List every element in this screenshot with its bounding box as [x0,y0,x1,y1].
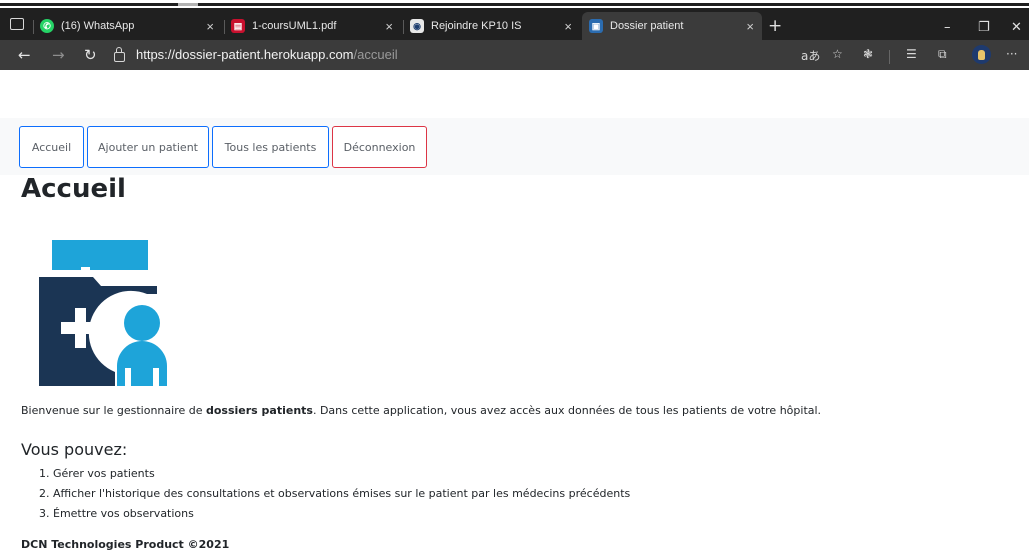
new-tab-icon[interactable]: + [768,18,782,35]
nav-accueil-button[interactable]: Accueil [19,126,84,168]
tab-label: Dossier patient [610,20,684,32]
page-icon: ▣ [589,19,603,33]
list-item: 3. Émettre vos observations [21,506,630,526]
refresh-icon[interactable]: ↻ [84,46,97,64]
close-icon[interactable]: × [564,19,572,34]
tab-label: Rejoindre KP10 IS [431,20,522,32]
collections-icon[interactable]: ⧉ [938,47,947,62]
profile-avatar[interactable] [972,45,991,64]
list-item: 2. Afficher l'historique des consultatio… [21,486,630,506]
window-drag-indicator [178,3,198,6]
forward-icon[interactable]: → [52,46,65,64]
close-icon[interactable]: × [206,19,214,34]
close-icon[interactable]: × [385,19,393,34]
meeting-icon: ◉ [410,19,424,33]
list-text: Gérer vos patients [53,467,155,480]
tab-separator [403,20,404,34]
more-menu-icon[interactable]: ··· [1006,47,1017,61]
close-icon[interactable]: × [746,19,754,34]
window-top-bar [0,3,1029,6]
list-number: 3. [39,507,50,520]
tab-whatsapp[interactable]: ✆ (16) WhatsApp × [40,12,222,40]
address-bar-row: ← → ↻ https://dossier-patient.herokuapp.… [0,40,1029,70]
back-icon[interactable]: ← [18,46,31,64]
list-text: Afficher l'historique des consultations … [53,487,631,500]
lock-icon [114,46,125,62]
tab-separator [33,20,34,34]
tab-meeting[interactable]: ◉ Rejoindre KP10 IS × [410,12,580,40]
close-window-icon[interactable]: ✕ [1011,20,1022,35]
nav-label: Déconnexion [343,140,416,154]
favorite-star-icon[interactable]: ☆ [832,47,843,61]
list-text: Émettre vos observations [53,507,194,520]
tab-label: 1-coursUML1.pdf [252,20,337,32]
intro-text: Bienvenue sur le gestionnaire de [21,404,206,417]
nav-label: Tous les patients [224,140,317,154]
tab-label: (16) WhatsApp [61,20,135,32]
restore-icon[interactable]: ❐ [978,20,990,35]
intro-paragraph: Bienvenue sur le gestionnaire de dossier… [21,404,821,417]
window-top-border [0,0,1029,8]
nav-logout-button[interactable]: Déconnexion [332,126,427,168]
url-path: /accueil [353,47,398,62]
footer-copyright: DCN Technologies Product ©2021 [21,538,230,551]
minimize-icon[interactable]: – [944,20,951,35]
whatsapp-icon: ✆ [40,19,54,33]
tab-pdf[interactable]: ▤ 1-coursUML1.pdf × [231,12,401,40]
list-item: 1. Gérer vos patients [21,466,630,486]
section-subtitle: Vous pouvez: [21,440,128,459]
tab-dossier-patient[interactable]: ▣ Dossier patient × [582,12,762,40]
intro-text: . Dans cette application, vous avez accè… [312,404,822,417]
intro-emphasis: dossiers patients [205,404,313,417]
pdf-icon: ▤ [231,19,245,33]
tab-separator [224,20,225,34]
extension-icon[interactable]: ❃ [863,47,873,61]
nav-label: Accueil [31,140,72,154]
page-title: Accueil [21,174,126,204]
capabilities-list: 1. Gérer vos patients 2. Afficher l'hist… [21,466,630,526]
browser-tab-strip: ✆ (16) WhatsApp × ▤ 1-coursUML1.pdf × ◉ … [0,8,1029,40]
patient-folder-logo-icon [39,240,167,386]
list-number: 1. [39,467,50,480]
favorites-list-icon[interactable]: ☰ [906,47,917,61]
workspaces-icon[interactable] [10,18,24,30]
nav-add-patient-button[interactable]: Ajouter un patient [87,126,209,168]
toolbar-separator [889,50,890,64]
site-navbar: Accueil Ajouter un patient Tous les pati… [0,118,1029,175]
read-aloud-icon[interactable]: aあ [801,47,820,64]
url-host: https://dossier-patient.herokuapp.com [136,47,354,62]
address-field[interactable]: https://dossier-patient.herokuapp.com/ac… [114,46,398,62]
nav-label: Ajouter un patient [98,140,198,154]
nav-all-patients-button[interactable]: Tous les patients [212,126,329,168]
list-number: 2. [39,487,50,500]
